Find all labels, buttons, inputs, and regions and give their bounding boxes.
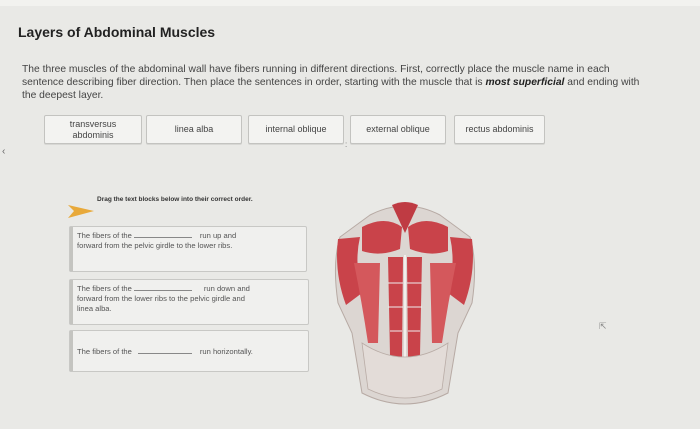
word-linea-alba[interactable]: linea alba: [146, 115, 242, 144]
sentence-start: The fibers of the: [77, 284, 132, 293]
abdominal-muscles-illustration: [334, 202, 476, 405]
answer-slot[interactable]: [137, 346, 192, 354]
sentence-end: run up and: [199, 231, 237, 240]
word-internal-oblique[interactable]: internal oblique: [248, 115, 344, 144]
word-external-oblique[interactable]: external oblique: [350, 115, 446, 144]
sentence-start: The fibers of the: [77, 231, 132, 240]
word-rectus-abdominis[interactable]: rectus abdominis: [454, 115, 545, 144]
sentence-line2: forward from the pelvic girdle to the lo…: [77, 241, 233, 250]
sentence-end: run horizontally.: [199, 347, 253, 356]
drag-handle[interactable]: [70, 280, 73, 324]
drag-handle[interactable]: [70, 227, 73, 271]
instructions-emphasis: most superficial: [485, 77, 565, 88]
answer-slot[interactable]: [133, 230, 192, 238]
drag-prompt: Drag the text blocks below into their co…: [97, 196, 253, 203]
page-title: Layers of Abdominal Muscles: [18, 24, 216, 40]
sentence-end: run down and: [203, 284, 250, 293]
sentence-block-3[interactable]: The fibers of the run horizontally.: [69, 330, 309, 372]
mouse-cursor-icon: ⇱: [599, 321, 607, 331]
word-transversus-abdominis[interactable]: transversus abdominis: [44, 115, 142, 144]
pointer-arrow-icon: [68, 205, 94, 218]
sentence-start: The fibers of the: [77, 347, 132, 356]
separator-icon: :: [345, 140, 348, 149]
sentence-line3: linea alba.: [77, 304, 112, 313]
sentence-line2: forward from the lower ribs to the pelvi…: [77, 294, 245, 303]
answer-slot[interactable]: [133, 283, 192, 291]
top-bar: [0, 0, 700, 6]
sentence-block-1[interactable]: The fibers of the run up and forward from…: [69, 226, 307, 272]
collapse-arrow-icon[interactable]: ‹: [2, 146, 5, 157]
instructions: The three muscles of the abdominal wall …: [22, 63, 642, 102]
sentence-block-2[interactable]: The fibers of the run down and forward fr…: [69, 279, 309, 325]
drag-handle[interactable]: [70, 331, 73, 371]
